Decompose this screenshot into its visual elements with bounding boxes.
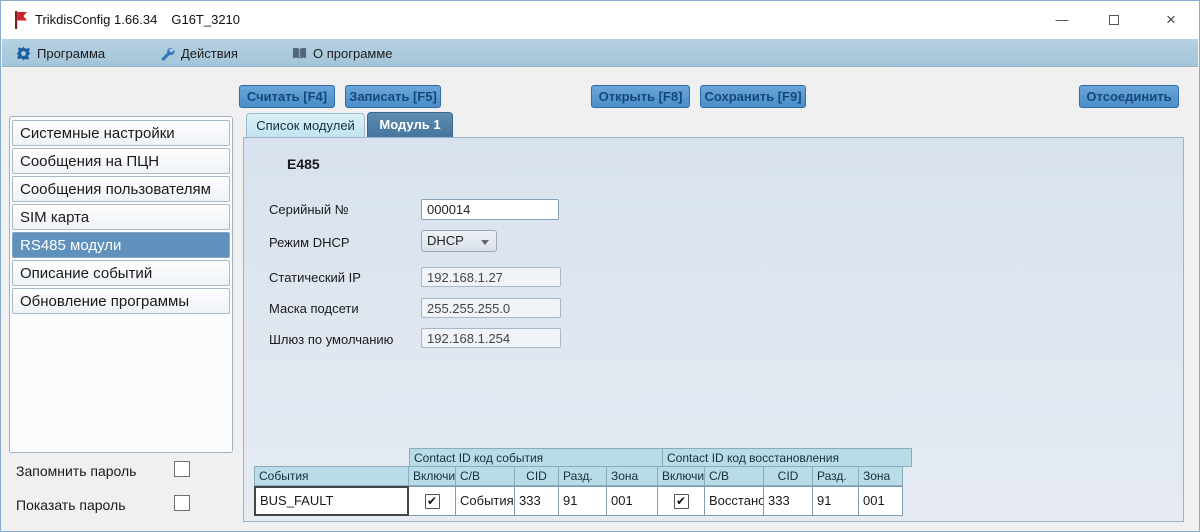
remember-password-checkbox[interactable] — [174, 461, 190, 477]
menu-about-label: О программе — [313, 45, 393, 61]
table-row: BUS_FAULT ✔ События 333 91 001 ✔ Восстан… — [254, 486, 911, 516]
column-header-events: События — [254, 466, 409, 486]
event-name-cell[interactable]: BUS_FAULT — [254, 486, 409, 516]
column-header-zone-event: Зона — [606, 466, 658, 486]
column-header-zone-restore: Зона — [858, 466, 903, 486]
tab-module-list[interactable]: Список модулей — [246, 113, 365, 137]
event-partition-cell[interactable]: 91 — [558, 486, 607, 516]
module-model-label: E485 — [287, 156, 320, 172]
tab-module-1[interactable]: Модуль 1 — [367, 112, 453, 137]
column-header-enable-event: Включить — [408, 466, 456, 486]
title-bar: TrikdisConfig 1.66.34 G16T_3210 — × — [1, 1, 1199, 39]
wrench-icon — [161, 47, 175, 61]
sidebar-item-event-descriptions[interactable]: Описание событий — [12, 260, 230, 286]
dhcp-mode-value: DHCP — [427, 233, 464, 248]
restore-cid-cell[interactable]: 333 — [763, 486, 813, 516]
show-password-label: Показать пароль — [16, 497, 126, 513]
column-header-partition-event: Разд. — [558, 466, 607, 486]
minimize-button[interactable]: — — [1040, 5, 1084, 35]
static-ip-input[interactable] — [421, 267, 561, 287]
column-header-enable-restore: Включить — [657, 466, 705, 486]
disconnect-button[interactable]: Отсоединить — [1079, 85, 1179, 108]
gateway-input[interactable] — [421, 328, 561, 348]
open-button[interactable]: Открыть [F8] — [591, 85, 690, 108]
restore-partition-cell[interactable]: 91 — [812, 486, 859, 516]
close-button[interactable]: × — [1146, 5, 1196, 35]
dhcp-mode-label: Режим DHCP — [269, 235, 350, 250]
event-zone-cell[interactable]: 001 — [606, 486, 658, 516]
save-button[interactable]: Сохранить [F9] — [700, 85, 806, 108]
maximize-button[interactable] — [1092, 5, 1136, 35]
sidebar-item-cms-messages[interactable]: Сообщения на ПЦН — [12, 148, 230, 174]
menu-actions-label: Действия — [181, 45, 238, 61]
group-header-event: Contact ID код события — [409, 448, 663, 467]
table-group-header-row: Contact ID код события Contact ID код во… — [254, 448, 912, 467]
app-logo-icon — [15, 11, 27, 29]
serial-input[interactable] — [421, 199, 559, 220]
device-name: G16T_3210 — [171, 12, 241, 27]
serial-label: Серийный № — [269, 202, 349, 217]
column-header-sv-event: С/В — [455, 466, 515, 486]
subnet-mask-input[interactable] — [421, 298, 561, 318]
restore-enabled-cell: ✔ — [657, 486, 705, 516]
table-column-header-row: События Включить С/В CID Разд. Зона Вклю… — [254, 466, 911, 486]
restore-zone-cell[interactable]: 001 — [858, 486, 903, 516]
restore-enabled-checkbox[interactable]: ✔ — [673, 493, 689, 509]
window-title: TrikdisConfig 1.66.34 G16T_3210 — [35, 1, 240, 39]
read-button[interactable]: Считать [F4] — [239, 85, 335, 108]
gear-icon — [16, 45, 31, 61]
menu-bar: Программа Действия О программе — [2, 39, 1198, 67]
menu-program-label: Программа — [37, 45, 106, 61]
event-enabled-cell: ✔ — [408, 486, 456, 516]
subnet-mask-label: Маска подсети — [269, 301, 359, 316]
sidebar-item-system-settings[interactable]: Системные настройки — [12, 120, 230, 146]
event-enabled-checkbox[interactable]: ✔ — [424, 493, 440, 509]
chevron-down-icon — [481, 240, 489, 245]
sidebar-item-sim-card[interactable]: SIM карта — [12, 204, 230, 230]
remember-password-label: Запомнить пароль — [16, 463, 137, 479]
event-cid-cell[interactable]: 333 — [514, 486, 559, 516]
events-table: Contact ID код события Contact ID код во… — [254, 448, 912, 516]
show-password-checkbox[interactable] — [174, 495, 190, 511]
event-sv-cell[interactable]: События — [455, 486, 515, 516]
column-header-sv-restore: С/В — [704, 466, 764, 486]
group-header-spacer — [254, 448, 409, 467]
write-button[interactable]: Записать [F5] — [345, 85, 441, 108]
maximize-icon — [1109, 14, 1119, 25]
gateway-label: Шлюз по умолчанию — [269, 332, 394, 347]
menu-actions[interactable]: Действия — [160, 39, 238, 67]
sidebar-item-rs485-modules[interactable]: RS485 модули — [12, 232, 230, 258]
static-ip-label: Статический IP — [269, 270, 361, 285]
column-header-partition-restore: Разд. — [812, 466, 859, 486]
app-window: TrikdisConfig 1.66.34 G16T_3210 — × Прогр… — [0, 0, 1200, 532]
menu-about[interactable]: О программе — [292, 39, 393, 67]
sidebar-item-firmware-update[interactable]: Обновление программы — [12, 288, 230, 314]
restore-sv-cell[interactable]: Восстановление — [704, 486, 764, 516]
dhcp-mode-select[interactable]: DHCP — [421, 230, 497, 252]
sidebar-item-user-messages[interactable]: Сообщения пользователям — [12, 176, 230, 202]
book-icon — [292, 47, 307, 58]
group-header-restore: Contact ID код восстановления — [662, 448, 912, 467]
column-header-cid-restore: CID — [763, 466, 813, 486]
app-title: TrikdisConfig 1.66.34 — [35, 12, 158, 27]
sidebar: Системные настройки Сообщения на ПЦН Соо… — [9, 116, 233, 453]
menu-program[interactable]: Программа — [16, 39, 105, 67]
column-header-cid-event: CID — [514, 466, 559, 486]
